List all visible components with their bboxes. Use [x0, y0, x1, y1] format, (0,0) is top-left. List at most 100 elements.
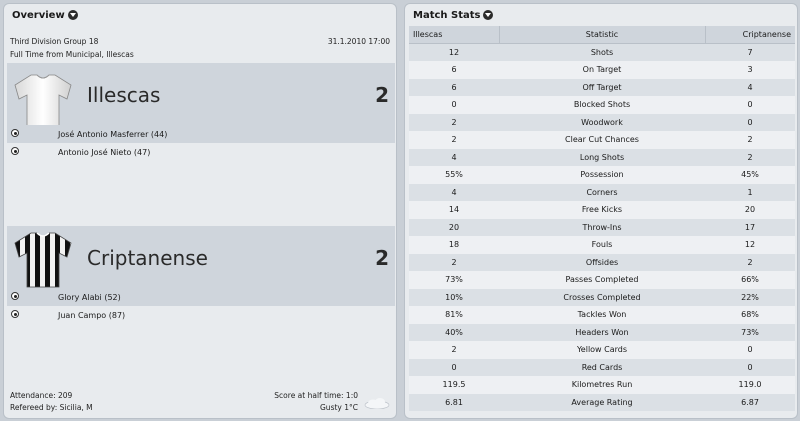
stat-home-value: 40% — [409, 323, 499, 341]
stat-away-value: 12 — [705, 236, 795, 254]
stat-label: Kilometres Run — [499, 376, 705, 394]
table-row: 2 Clear Cut Chances 2 — [409, 131, 795, 149]
column-header-away[interactable]: Criptanense — [705, 26, 795, 44]
stat-away-value: 7 — [705, 43, 795, 61]
stat-home-value: 18 — [409, 236, 499, 254]
stat-label: Tackles Won — [499, 306, 705, 324]
table-row: 73% Passes Completed 66% — [409, 271, 795, 289]
home-scorer-name[interactable]: Antonio José Nieto (47) — [58, 148, 150, 157]
stat-away-value: 66% — [705, 271, 795, 289]
away-team-score: 2 — [375, 246, 389, 270]
stat-away-value: 119.0 — [705, 376, 795, 394]
home-team-name[interactable]: Illescas — [87, 83, 160, 107]
table-row: 2 Offsides 2 — [409, 253, 795, 271]
stat-label: Clear Cut Chances — [499, 131, 705, 149]
table-row: 18 Fouls 12 — [409, 236, 795, 254]
stat-label: Free Kicks — [499, 201, 705, 219]
stat-away-value: 0 — [705, 113, 795, 131]
table-row: 81% Tackles Won 68% — [409, 306, 795, 324]
stat-away-value: 73% — [705, 323, 795, 341]
stat-label: Crosses Completed — [499, 288, 705, 306]
away-shirt-icon — [14, 232, 72, 288]
referee[interactable]: Refereed by: Sicilia, M — [10, 403, 93, 412]
stat-label: Off Target — [499, 78, 705, 96]
table-row: 55% Possession 45% — [409, 166, 795, 184]
cloud-icon — [364, 398, 390, 409]
away-scorer-row: Juan Campo (87) — [7, 306, 395, 324]
goal-ball-icon — [11, 310, 19, 318]
attendance: Attendance: 209 — [10, 391, 73, 400]
halftime-score: Score at half time: 1:0 — [274, 391, 358, 400]
stat-home-value: 2 — [409, 131, 499, 149]
stat-home-value: 119.5 — [409, 376, 499, 394]
stat-home-value: 6 — [409, 61, 499, 79]
home-team-score: 2 — [375, 83, 389, 107]
stat-home-value: 4 — [409, 183, 499, 201]
stat-away-value: 4 — [705, 78, 795, 96]
away-team-name[interactable]: Criptanense — [87, 246, 208, 270]
stat-label: Woodwork — [499, 113, 705, 131]
away-scorer-name[interactable]: Glory Alabi (52) — [58, 293, 121, 302]
stat-label: Long Shots — [499, 148, 705, 166]
stat-away-value: 22% — [705, 288, 795, 306]
home-scorer-name[interactable]: José Antonio Masferrer (44) — [58, 130, 167, 139]
overview-panel: Overview Third Division Group 18 31.1.20… — [3, 3, 397, 419]
match-venue: Full Time from Municipal, Illescas — [10, 50, 134, 59]
goal-ball-icon — [11, 292, 19, 300]
table-row: 119.5 Kilometres Run 119.0 — [409, 376, 795, 394]
table-row: 0 Red Cards 0 — [409, 358, 795, 376]
stat-away-value: 45% — [705, 166, 795, 184]
stat-home-value: 6 — [409, 78, 499, 96]
stat-label: Yellow Cards — [499, 341, 705, 359]
away-scorer-name[interactable]: Juan Campo (87) — [58, 311, 125, 320]
goal-ball-icon — [11, 147, 19, 155]
stat-home-value: 0 — [409, 358, 499, 376]
column-header-statistic[interactable]: Statistic — [498, 26, 706, 44]
stat-home-value: 2 — [409, 113, 499, 131]
table-row: 2 Woodwork 0 — [409, 113, 795, 131]
match-stats-header[interactable]: Match Stats — [405, 4, 494, 26]
stat-home-value: 0 — [409, 96, 499, 114]
chevron-down-icon[interactable] — [483, 10, 494, 20]
stat-home-value: 14 — [409, 201, 499, 219]
column-header-home[interactable]: Illescas — [409, 26, 499, 44]
stat-label: Headers Won — [499, 323, 705, 341]
stats-header-row: Illescas Statistic Criptanense — [409, 26, 795, 44]
table-row: 20 Throw-Ins 17 — [409, 218, 795, 236]
stat-label: On Target — [499, 61, 705, 79]
table-row: 6.81 Average Rating 6.87 — [409, 393, 795, 411]
home-shirt-icon — [14, 74, 72, 130]
stat-label: Fouls — [499, 236, 705, 254]
stat-away-value: 2 — [705, 253, 795, 271]
table-row: 6 On Target 3 — [409, 61, 795, 79]
stat-away-value: 2 — [705, 131, 795, 149]
stat-away-value: 6.87 — [705, 393, 795, 411]
stat-away-value: 3 — [705, 61, 795, 79]
stat-away-value: 20 — [705, 201, 795, 219]
table-row: 4 Long Shots 2 — [409, 148, 795, 166]
overview-header[interactable]: Overview — [4, 4, 78, 26]
table-row: 0 Blocked Shots 0 — [409, 96, 795, 114]
stat-home-value: 2 — [409, 341, 499, 359]
stat-away-value: 0 — [705, 358, 795, 376]
stat-home-value: 81% — [409, 306, 499, 324]
weather-text: Gusty 1°C — [320, 403, 358, 412]
table-row: 6 Off Target 4 — [409, 78, 795, 96]
table-row: 40% Headers Won 73% — [409, 323, 795, 341]
chevron-down-icon[interactable] — [67, 10, 78, 20]
stat-label: Offsides — [499, 253, 705, 271]
stat-label: Red Cards — [499, 358, 705, 376]
match-stats-panel: Match Stats Illescas Statistic Criptanen… — [404, 3, 798, 419]
stat-home-value: 10% — [409, 288, 499, 306]
table-row: 2 Yellow Cards 0 — [409, 341, 795, 359]
stat-away-value: 0 — [705, 341, 795, 359]
stat-home-value: 20 — [409, 218, 499, 236]
stat-away-value: 1 — [705, 183, 795, 201]
overview-title: Overview — [12, 9, 65, 21]
stat-home-value: 6.81 — [409, 393, 499, 411]
stat-label: Passes Completed — [499, 271, 705, 289]
table-row: 4 Corners 1 — [409, 183, 795, 201]
stat-home-value: 55% — [409, 166, 499, 184]
table-row: 14 Free Kicks 20 — [409, 201, 795, 219]
table-row: 10% Crosses Completed 22% — [409, 288, 795, 306]
